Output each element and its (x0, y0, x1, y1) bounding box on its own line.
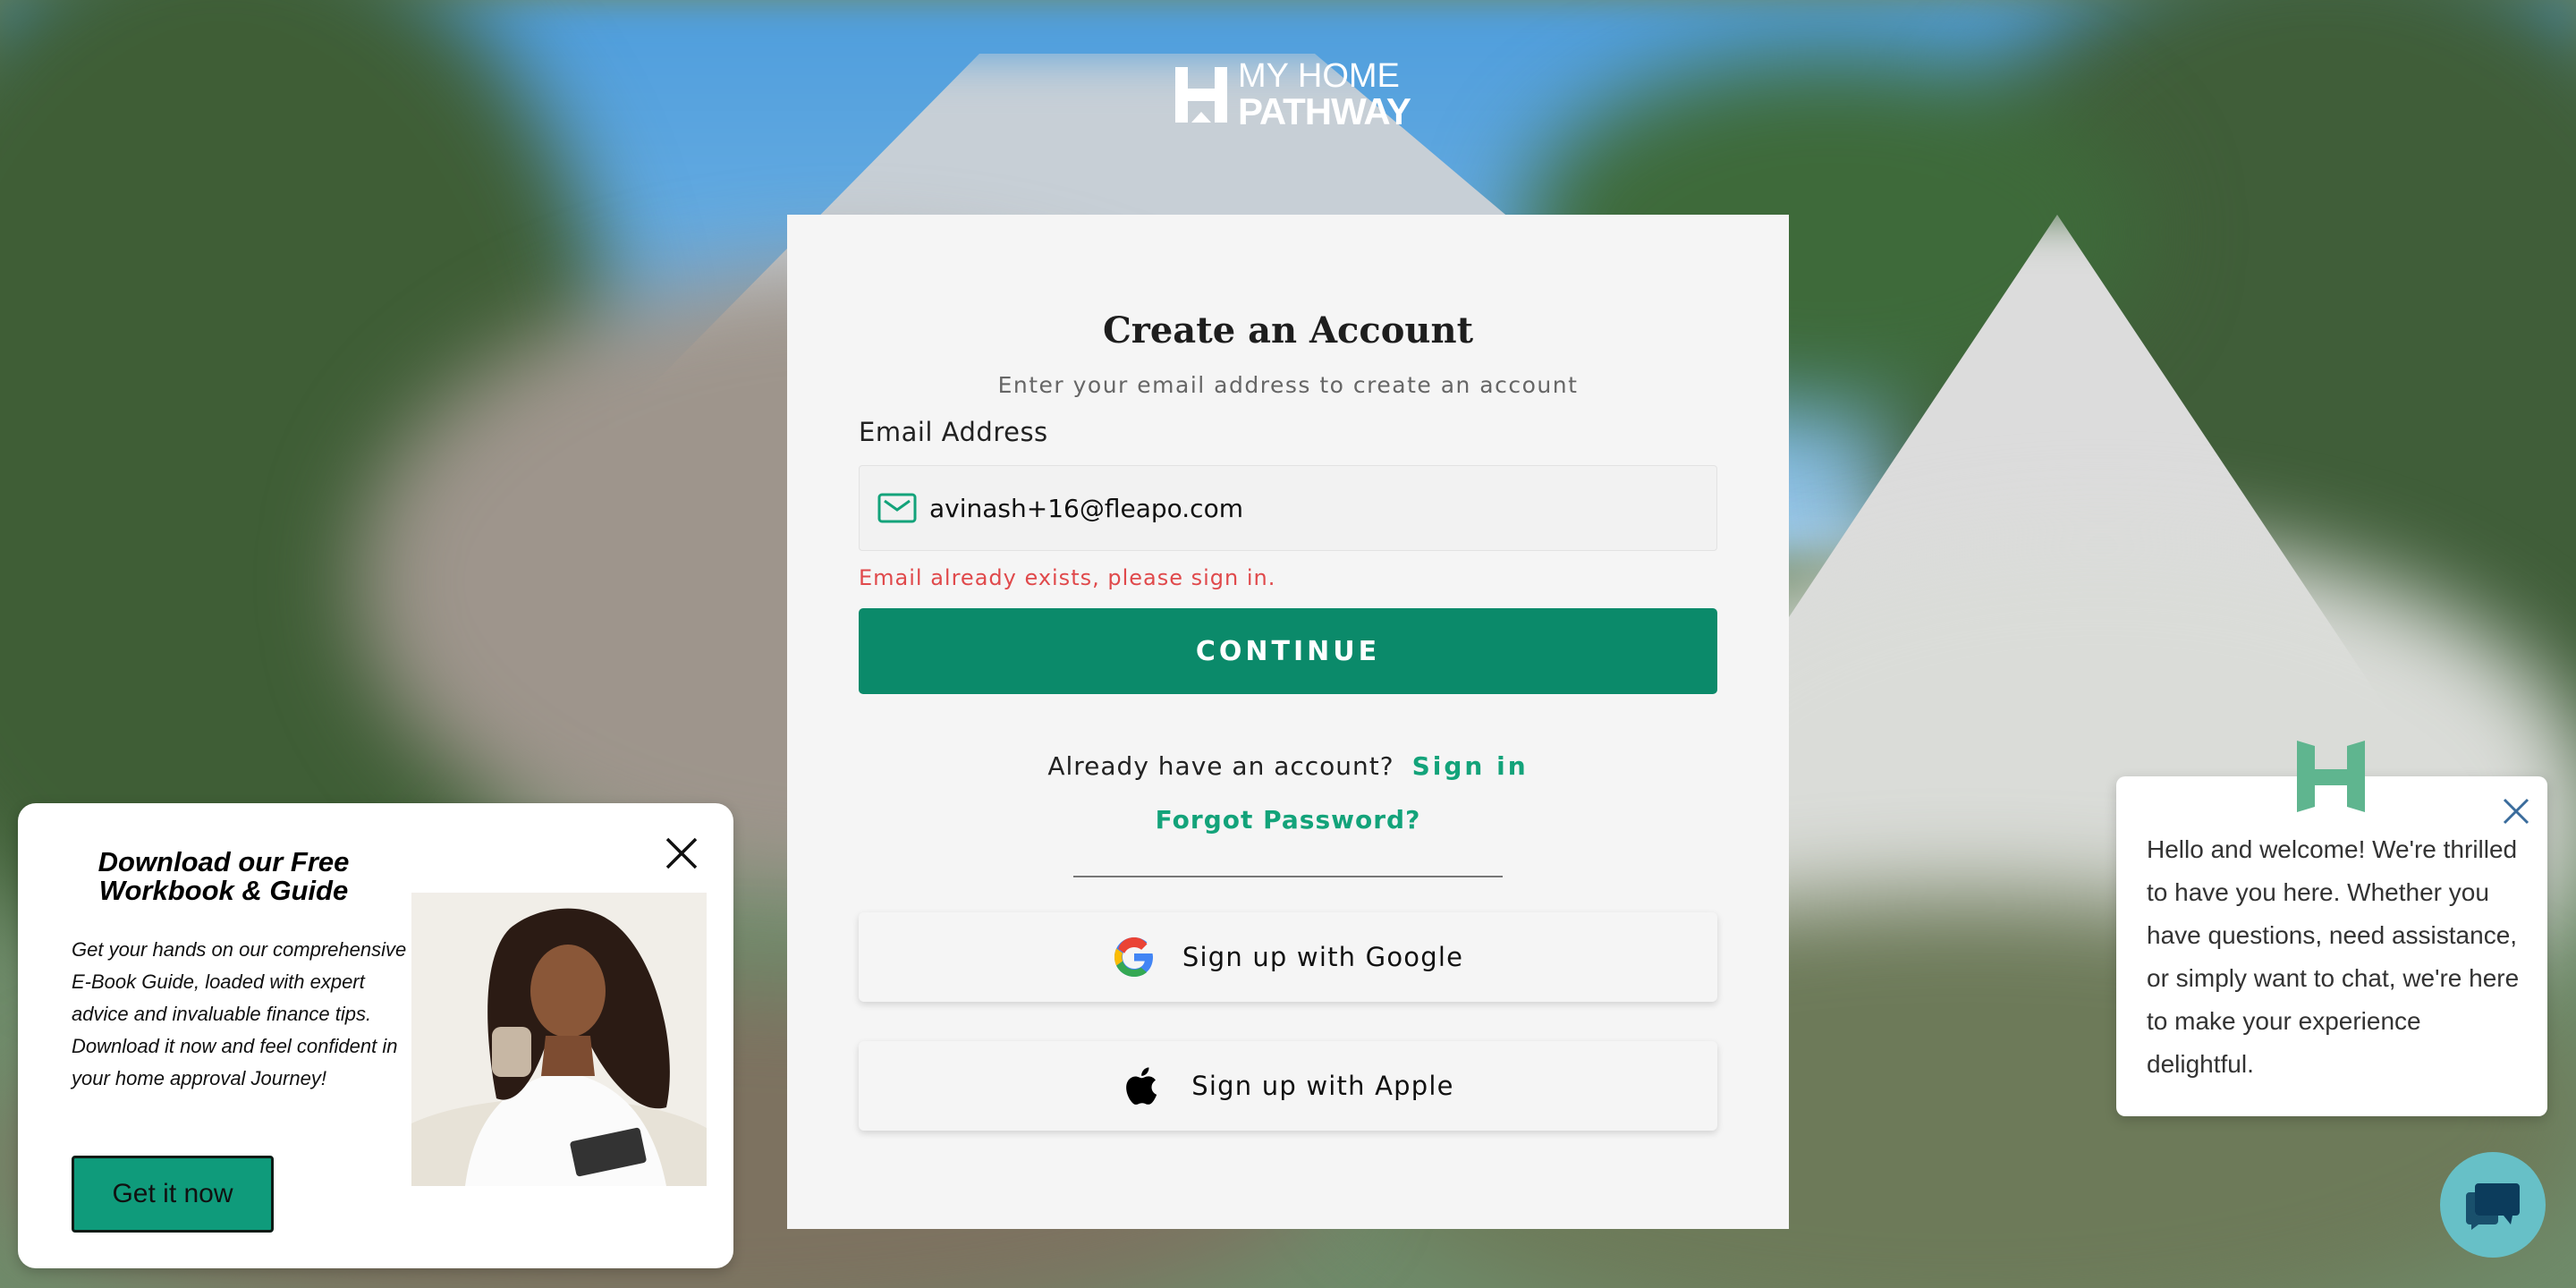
promo-body: Get your hands on our comprehensive E-Bo… (72, 938, 407, 1089)
already-account-text: Already have an account? (1047, 751, 1394, 781)
email-input[interactable] (929, 493, 1699, 523)
apple-signup-button[interactable]: Sign up with Apple (859, 1041, 1717, 1131)
close-icon[interactable] (664, 835, 699, 871)
email-field[interactable] (859, 465, 1717, 551)
home-logo-icon (2297, 741, 2365, 812)
promo-photo (411, 893, 707, 1186)
page-title: Create an Account (1102, 309, 1474, 352)
sign-in-link[interactable]: Sign in (1412, 751, 1529, 781)
chat-icon (2466, 1183, 2520, 1230)
mail-icon (877, 493, 917, 523)
email-error-message: Email already exists, please sign in. (859, 565, 1276, 590)
get-it-now-button[interactable]: Get it now (72, 1156, 274, 1233)
close-icon[interactable] (2501, 796, 2531, 826)
apple-signup-label: Sign up with Apple (1191, 1071, 1454, 1101)
sign-in-prompt: Already have an account? Sign in (787, 751, 1789, 781)
apple-icon (1126, 1067, 1157, 1105)
logo-line2: PATHWAY (1238, 90, 1411, 132)
promo-title: Download our Free Workbook & Guide (97, 846, 350, 906)
google-signup-label: Sign up with Google (1182, 942, 1464, 972)
chat-welcome-bubble: Hello and welcome! We're thrilled to hav… (2116, 741, 2547, 1116)
chat-message: Hello and welcome! We're thrilled to hav… (2147, 835, 2520, 1078)
google-signup-button[interactable]: Sign up with Google (859, 912, 1717, 1002)
page-subtitle: Enter your email address to create an ac… (997, 372, 1579, 398)
workbook-promo-popup: Download our Free Workbook & Guide Get y… (18, 803, 733, 1268)
chat-launcher-button[interactable] (2440, 1152, 2546, 1258)
continue-button[interactable]: CONTINUE (859, 608, 1717, 694)
forgot-password-link[interactable]: Forgot Password? (787, 805, 1789, 835)
site-logo[interactable]: MY HOME PATHWAY (1174, 59, 1411, 131)
logo-line1: MY HOME (1238, 57, 1400, 95)
google-icon (1114, 937, 1153, 977)
email-label: Email Address (859, 417, 1048, 447)
signup-card: Create an Account Enter your email addre… (787, 215, 1789, 1229)
divider (1073, 876, 1503, 877)
home-logo-icon (1175, 67, 1227, 123)
